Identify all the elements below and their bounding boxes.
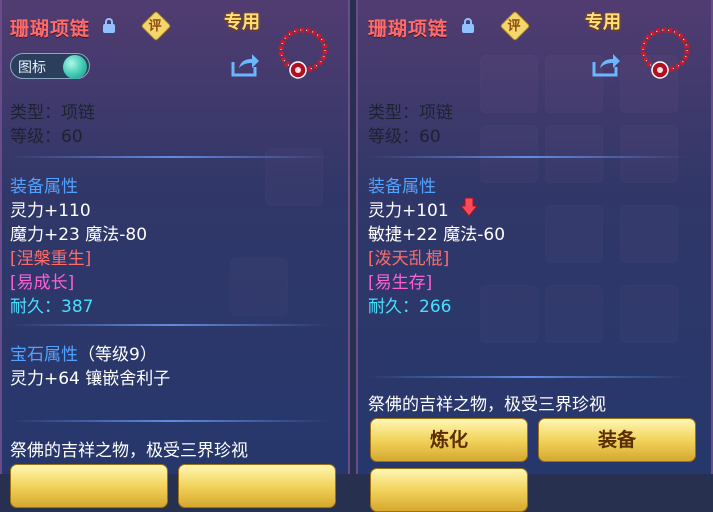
gem-attributes-heading: 宝石属性 xyxy=(10,345,78,365)
special-skill: [泼天乱棍] xyxy=(368,249,450,269)
item-description: 祭佛的吉祥之物，极受三界珍视 xyxy=(10,441,248,461)
share-icon[interactable] xyxy=(230,52,260,78)
equip-attributes-heading: 装备属性 xyxy=(10,177,78,197)
stat-line-2: 敏捷+22 魔法-60 xyxy=(368,225,506,245)
stat-line-1: 灵力+110 xyxy=(10,201,91,221)
item-description: 祭佛的吉祥之物，极受三界珍视 xyxy=(368,395,606,415)
refine-button[interactable]: 炼化 xyxy=(370,418,528,462)
rate-icon[interactable]: 评 xyxy=(140,10,172,42)
lock-icon xyxy=(103,18,115,33)
stat-line-1: 灵力+101 xyxy=(368,201,449,221)
share-icon[interactable] xyxy=(591,52,621,78)
toggle-knob xyxy=(63,55,87,79)
lock-icon xyxy=(462,18,474,33)
divider xyxy=(10,420,330,422)
equip-attributes-heading: 装备属性 xyxy=(368,177,436,197)
special-skill: [涅槃重生] xyxy=(10,249,92,269)
item-level: 等级：60 xyxy=(10,127,83,147)
item-title: 珊瑚项链 xyxy=(10,18,91,40)
special-label: 专用 xyxy=(224,12,260,33)
coral-necklace-icon xyxy=(640,27,690,79)
durability: 耐久：266 xyxy=(368,297,452,317)
item-type: 类型：项链 xyxy=(10,103,95,123)
durability: 耐久：387 xyxy=(10,297,94,317)
arrow-down-icon xyxy=(460,197,478,217)
special-label: 专用 xyxy=(585,12,621,33)
stat-line-2: 魔力+23 魔法-80 xyxy=(10,225,148,245)
divider xyxy=(368,156,688,158)
gem-attributes: 宝石属性（等级9） xyxy=(10,340,157,365)
item-title: 珊瑚项链 xyxy=(368,18,449,40)
item-tooltip-right: 珊瑚项链 评 专用 类型：项链 等级：60 装备属性 灵力+101 敏捷+22 … xyxy=(356,0,713,512)
gem-level: （等级9） xyxy=(78,345,157,365)
item-level: 等级：60 xyxy=(368,127,441,147)
divider xyxy=(10,324,330,326)
icon-toggle-label: 图标 xyxy=(18,60,46,76)
partial-button[interactable] xyxy=(178,464,336,508)
coral-necklace-icon xyxy=(278,27,328,79)
item-tooltip-left: 珊瑚项链 评 专用 图标 类型：项链 等级：60 装备属性 灵力+110 魔力+… xyxy=(0,0,350,508)
special-effect: [易生存] xyxy=(368,273,433,293)
item-type: 类型：项链 xyxy=(368,103,453,123)
rate-icon[interactable]: 评 xyxy=(499,10,531,42)
partial-button[interactable] xyxy=(370,468,528,512)
divider xyxy=(368,376,688,378)
gem-stat: 灵力+64 镶嵌舍利子 xyxy=(10,369,171,389)
partial-button[interactable] xyxy=(10,464,168,508)
special-effect: [易成长] xyxy=(10,273,75,293)
divider xyxy=(10,156,330,158)
equip-button[interactable]: 装备 xyxy=(538,418,696,462)
icon-toggle[interactable]: 图标 xyxy=(10,53,90,79)
